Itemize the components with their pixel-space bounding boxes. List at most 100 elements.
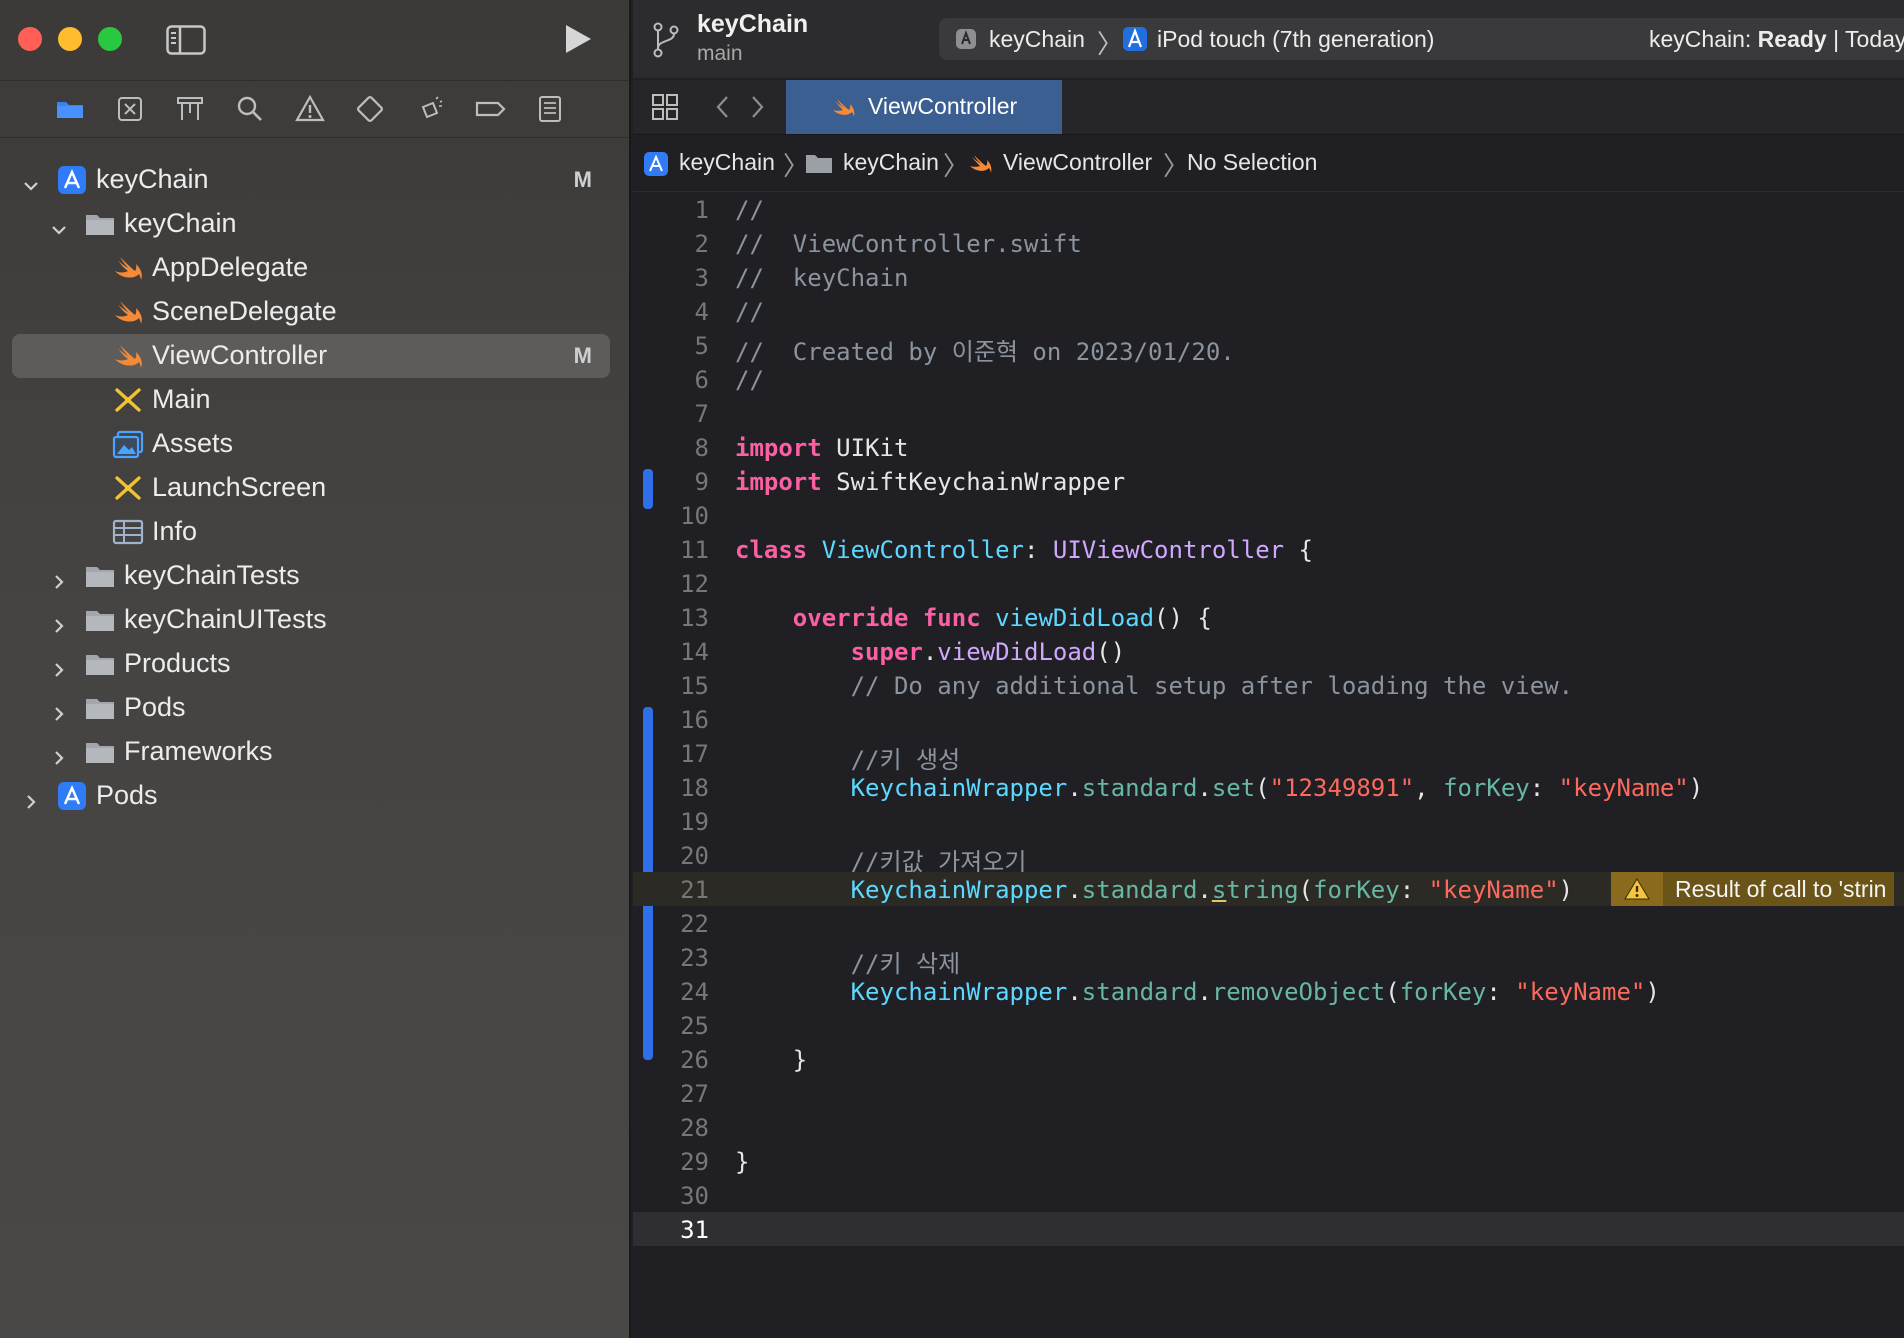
line-number[interactable]: 9 [633, 468, 709, 496]
test-icon[interactable] [354, 93, 386, 125]
zoom-window-button[interactable] [98, 27, 122, 51]
tree-item-scenedelegate[interactable]: SceneDelegate [12, 290, 610, 334]
line-number[interactable]: 24 [633, 978, 709, 1006]
line-number[interactable]: 5 [633, 332, 709, 360]
tree-item-products[interactable]: Products [12, 642, 610, 686]
tab-viewcontroller[interactable]: ViewController [786, 80, 1062, 134]
code-line[interactable]: 15 // Do any additional setup after load… [633, 668, 1904, 702]
line-number[interactable]: 18 [633, 774, 709, 802]
line-number[interactable]: 20 [633, 842, 709, 870]
line-number[interactable]: 28 [633, 1114, 709, 1142]
chevron-down-icon[interactable] [22, 171, 40, 191]
code-text[interactable]: KeychainWrapper.standard.set("12349891",… [735, 774, 1704, 802]
line-number[interactable]: 16 [633, 706, 709, 734]
code-line[interactable]: 9 import SwiftKeychainWrapper [633, 464, 1904, 498]
search-icon[interactable] [234, 93, 266, 125]
jump-bar-group[interactable]: keyChain [843, 149, 939, 176]
chevron-right-icon[interactable] [50, 567, 68, 589]
code-line[interactable]: 24 KeychainWrapper.standard.removeObject… [633, 974, 1904, 1008]
tree-item-keychain[interactable]: keyChain M [12, 158, 610, 202]
tree-item-frameworks[interactable]: Frameworks [12, 730, 610, 774]
code-text[interactable]: class ViewController: UIViewController { [735, 536, 1313, 564]
close-window-button[interactable] [18, 27, 42, 51]
code-line[interactable]: 1 // [633, 192, 1904, 226]
tree-item-viewcontroller[interactable]: ViewController M [12, 334, 610, 378]
run-button[interactable] [560, 22, 594, 56]
breakpoint-icon[interactable] [474, 93, 506, 125]
code-line[interactable]: 29} [633, 1144, 1904, 1178]
branch-name[interactable]: main [697, 42, 743, 66]
chevron-right-icon[interactable] [749, 94, 767, 120]
line-number[interactable]: 10 [633, 502, 709, 530]
minimize-window-button[interactable] [58, 27, 82, 51]
line-number[interactable]: 21 [633, 876, 709, 904]
code-line[interactable]: 10 [633, 498, 1904, 532]
line-number[interactable]: 19 [633, 808, 709, 836]
code-line[interactable]: 13 override func viewDidLoad() { [633, 600, 1904, 634]
code-line[interactable]: 19 [633, 804, 1904, 838]
chevron-right-icon[interactable] [50, 699, 68, 721]
tree-item-pods[interactable]: Pods [12, 686, 610, 730]
tree-item-pods[interactable]: Pods [12, 774, 610, 818]
chevron-right-icon[interactable] [50, 743, 68, 765]
code-line[interactable]: 31 [633, 1212, 1904, 1246]
code-line[interactable]: 7 [633, 396, 1904, 430]
source-editor[interactable]: 1//2// ViewController.swift 3// keyChain 4… [633, 192, 1904, 1338]
tree-item-info[interactable]: Info [12, 510, 610, 554]
code-text[interactable]: import UIKit [735, 434, 908, 462]
code-text[interactable]: } [735, 1148, 749, 1176]
chevron-right-icon[interactable] [50, 655, 68, 677]
line-number[interactable]: 1 [633, 196, 709, 224]
code-text[interactable]: // [735, 366, 764, 394]
code-line[interactable]: 2 // ViewController.swift [633, 226, 1904, 260]
code-line[interactable]: 17 //키 생성 [633, 736, 1904, 774]
chevron-down-icon[interactable] [50, 215, 68, 235]
tree-item-appdelegate[interactable]: AppDelegate [12, 246, 610, 290]
tree-item-keychain[interactable]: keyChain [12, 202, 610, 246]
line-number[interactable]: 4 [633, 298, 709, 326]
line-number[interactable]: 15 [633, 672, 709, 700]
folder-icon[interactable] [54, 93, 86, 125]
code-line[interactable]: 21 KeychainWrapper.standard.string(forKe… [633, 872, 1904, 906]
hierarchy-icon[interactable] [174, 93, 206, 125]
code-line[interactable]: 4 // [633, 294, 1904, 328]
tree-item-main[interactable]: Main [12, 378, 610, 422]
code-line[interactable]: 12 [633, 566, 1904, 600]
debug-icon[interactable] [414, 93, 446, 125]
code-line[interactable]: 16 [633, 702, 1904, 736]
line-number[interactable]: 6 [633, 366, 709, 394]
related-items-grid-icon[interactable] [651, 93, 679, 121]
jump-bar-selection[interactable]: No Selection [1187, 149, 1317, 176]
line-number[interactable]: 13 [633, 604, 709, 632]
code-line[interactable]: 26 } [633, 1042, 1904, 1076]
chevron-left-icon[interactable] [713, 94, 731, 120]
line-number[interactable]: 11 [633, 536, 709, 564]
jump-bar-project[interactable]: keyChain [679, 149, 775, 176]
code-line[interactable]: 18 KeychainWrapper.standard.set("1234989… [633, 770, 1904, 804]
code-line[interactable]: 30 [633, 1178, 1904, 1212]
code-line[interactable]: 28 [633, 1110, 1904, 1144]
tree-item-keychaintests[interactable]: keyChainTests [12, 554, 610, 598]
code-text[interactable]: super.viewDidLoad() [735, 638, 1126, 666]
code-text[interactable]: // [735, 298, 764, 326]
line-number[interactable]: 7 [633, 400, 709, 428]
code-line[interactable]: 27 [633, 1076, 1904, 1110]
chevron-right-icon[interactable] [50, 611, 68, 633]
line-number[interactable]: 2 [633, 230, 709, 258]
code-line[interactable]: 11 class ViewController: UIViewController… [633, 532, 1904, 566]
code-line[interactable]: 6 // [633, 362, 1904, 396]
code-line[interactable]: 20 //키값 가져오기 [633, 838, 1904, 876]
project-title[interactable]: keyChain [697, 10, 808, 39]
line-number[interactable]: 25 [633, 1012, 709, 1040]
tree-item-assets[interactable]: Assets [12, 422, 610, 466]
line-number[interactable]: 29 [633, 1148, 709, 1176]
line-number[interactable]: 8 [633, 434, 709, 462]
code-line[interactable]: 14 super.viewDidLoad() [633, 634, 1904, 668]
report-icon[interactable] [534, 93, 566, 125]
line-number[interactable]: 22 [633, 910, 709, 938]
tree-item-keychainuitests[interactable]: keyChainUITests [12, 598, 610, 642]
code-text[interactable]: KeychainWrapper.standard.string(forKey: … [735, 876, 1574, 904]
code-line[interactable]: 5// Created by 이준혁 on 2023/01/20. [633, 328, 1904, 366]
inline-warning-banner[interactable]: Result of call to 'strin [1611, 872, 1895, 906]
code-line[interactable]: 23 //키 삭제 [633, 940, 1904, 978]
